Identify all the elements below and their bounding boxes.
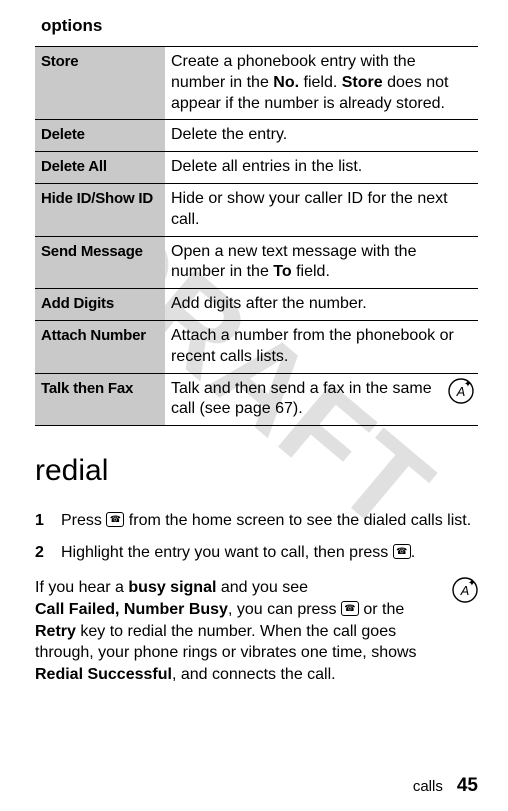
step-1: 1 Press from the home screen to see the … — [35, 510, 478, 532]
row-label-delete-all: Delete All — [35, 152, 165, 184]
redial-steps: 1 Press from the home screen to see the … — [35, 510, 478, 563]
row-label-attach-number: Attach Number — [35, 320, 165, 373]
step-body: Press from the home screen to see the di… — [61, 510, 478, 532]
row-label-hide-show-id: Hide ID/Show ID — [35, 183, 165, 236]
table-row: Add Digits Add digits after the number. — [35, 289, 478, 321]
svg-text:✦: ✦ — [468, 578, 476, 589]
send-key-icon — [341, 601, 359, 616]
row-label-add-digits: Add Digits — [35, 289, 165, 321]
table-row: Talk then Fax Talk and then send a fax i… — [35, 373, 478, 426]
footer-page-number: 45 — [457, 775, 478, 796]
row-desc: Hide or show your caller ID for the next… — [165, 183, 478, 236]
step-number: 2 — [35, 542, 61, 564]
step-body: Highlight the entry you want to call, th… — [61, 542, 478, 564]
send-key-icon — [393, 544, 411, 559]
redial-heading: redial — [35, 454, 478, 488]
footer-section-label: calls — [413, 778, 443, 795]
options-table: options Store Create a phonebook entry w… — [35, 12, 478, 426]
page-footer: calls 45 — [413, 775, 478, 797]
table-row: Hide ID/Show ID Hide or show your caller… — [35, 183, 478, 236]
options-header: options — [35, 12, 478, 47]
page-content: options Store Create a phonebook entry w… — [35, 12, 478, 685]
row-desc: Delete all entries in the list. — [165, 152, 478, 184]
table-row: Delete All Delete all entries in the lis… — [35, 152, 478, 184]
table-row: Delete Delete the entry. — [35, 120, 478, 152]
row-desc: Talk and then send a fax in the same cal… — [165, 373, 478, 426]
table-row: Store Create a phonebook entry with the … — [35, 47, 478, 120]
row-desc: Open a new text message with the number … — [165, 236, 478, 289]
row-label-delete: Delete — [35, 120, 165, 152]
busy-paragraph: If you hear a busy signal and you see Ca… — [35, 577, 442, 685]
table-row: Attach Number Attach a number from the p… — [35, 320, 478, 373]
row-desc: Add digits after the number. — [165, 289, 478, 321]
busy-paragraph-wrap: A✦ If you hear a busy signal and you see… — [35, 577, 478, 685]
table-row: Send Message Open a new text message wit… — [35, 236, 478, 289]
svg-text:✦: ✦ — [464, 379, 472, 390]
row-desc: Delete the entry. — [165, 120, 478, 152]
row-label-send-message: Send Message — [35, 236, 165, 289]
row-desc: Create a phonebook entry with the number… — [165, 47, 478, 120]
row-label-store: Store — [35, 47, 165, 120]
step-2: 2 Highlight the entry you want to call, … — [35, 542, 478, 564]
step-number: 1 — [35, 510, 61, 532]
row-label-talk-then-fax: Talk then Fax — [35, 373, 165, 426]
row-desc: Attach a number from the phonebook or re… — [165, 320, 478, 373]
feature-badge-icon: A✦ — [448, 378, 474, 404]
feature-badge-icon: A✦ — [452, 577, 478, 603]
send-key-icon — [106, 512, 124, 527]
